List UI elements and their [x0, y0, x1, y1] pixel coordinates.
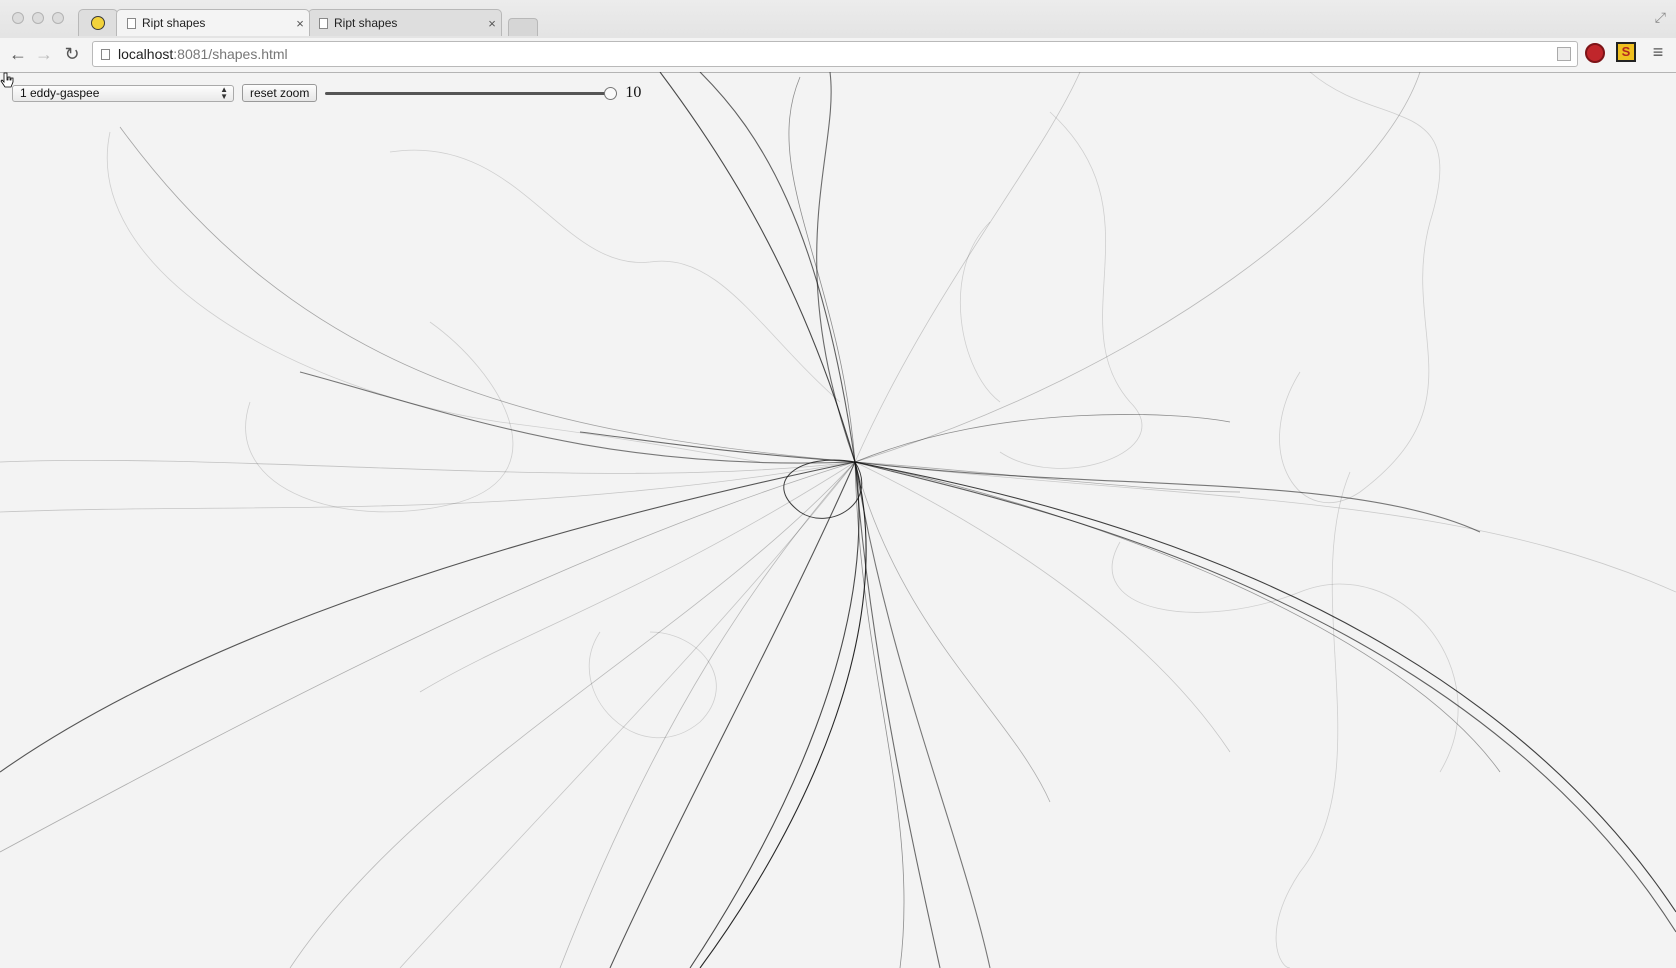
stroke-loop [245, 321, 514, 513]
zoom-slider-track [325, 92, 618, 95]
tab-pinned[interactable] [78, 9, 118, 36]
stroke-loop [1111, 541, 1459, 773]
close-window-button[interactable] [12, 12, 24, 24]
reload-button[interactable]: ↻ [60, 42, 84, 66]
stroke-path [0, 459, 856, 474]
stroke-path [609, 461, 856, 968]
minimize-window-button[interactable] [32, 12, 44, 24]
new-tab-button[interactable] [508, 18, 538, 36]
stroke-path [699, 72, 856, 463]
browser-chrome: Ript shapes × Ript shapes × ⤢ ← → ↻ loca… [0, 0, 1676, 73]
stop-extension-icon[interactable] [1585, 43, 1605, 63]
stroke-path [0, 461, 856, 853]
stroke-path [299, 371, 856, 464]
zoom-value: 10 [625, 84, 642, 101]
fullscreen-icon[interactable]: ⤢ [1655, 9, 1666, 26]
stroke-path [419, 461, 856, 693]
stroke-path [659, 72, 856, 463]
bookmark-icon[interactable] [1557, 47, 1571, 61]
tab-ript-shapes[interactable]: Ript shapes × [308, 9, 502, 36]
tab-title: Ript shapes [142, 16, 206, 30]
stroke-path [119, 126, 856, 463]
tab-title: Ript shapes [334, 16, 398, 30]
stroke-path [854, 461, 1501, 773]
browser-toolbar: ← → ↻ localhost:8081/shapes.html S ≡ [0, 38, 1676, 72]
stroke-path [854, 414, 1231, 463]
stroke-loop [960, 221, 1001, 403]
control-bar: 1 eddy-gaspee ▲ ▼ reset zoom 10 [12, 84, 641, 102]
stroke-path [699, 461, 867, 968]
stroke-path [854, 461, 1676, 593]
select-arrows-icon: ▲ ▼ [220, 84, 228, 101]
close-tab-icon[interactable]: × [483, 16, 501, 31]
reset-zoom-button[interactable]: reset zoom [242, 84, 318, 102]
tab-ript-shapes-active[interactable]: Ript shapes × [116, 9, 310, 36]
address-bar[interactable]: localhost:8081/shapes.html [92, 41, 1578, 67]
zoom-slider-thumb[interactable] [604, 87, 618, 100]
page-icon [127, 17, 136, 29]
stroke-loop [389, 149, 841, 403]
zoom-slider[interactable] [325, 84, 618, 102]
stroke-path [399, 461, 856, 968]
maximize-window-button[interactable] [52, 12, 64, 24]
stroke-path [289, 461, 856, 968]
stroke-loop [999, 111, 1143, 469]
address-host: localhost [118, 46, 174, 62]
s-extension-icon[interactable]: S [1616, 42, 1636, 62]
tab-strip: Ript shapes × Ript shapes × [78, 8, 538, 36]
stroke-path [854, 461, 1676, 913]
shape-select-value: 1 eddy-gaspee [20, 85, 100, 100]
page-icon [319, 17, 328, 29]
shape-drawing[interactable] [0, 72, 1676, 968]
stroke-path [854, 72, 1081, 463]
stroke-path [854, 461, 1481, 533]
menu-icon[interactable]: ≡ [1648, 42, 1668, 64]
page-icon [101, 48, 110, 60]
stroke-path [854, 461, 941, 968]
lightbulb-icon [91, 16, 105, 30]
window-controls [12, 12, 64, 24]
address-path: :8081/shapes.html [173, 46, 288, 62]
forward-button[interactable]: → [32, 42, 56, 66]
stroke-loop [588, 631, 717, 739]
stroke-path [854, 461, 1676, 933]
close-tab-icon[interactable]: × [291, 16, 309, 31]
shapes-canvas[interactable]: 1 eddy-gaspee ▲ ▼ reset zoom 10 [0, 72, 1676, 968]
stroke-loop [107, 131, 761, 463]
stroke-loop [1279, 72, 1441, 504]
stroke-loop [1275, 471, 1351, 968]
shape-select[interactable]: 1 eddy-gaspee ▲ ▼ [12, 84, 234, 102]
stroke-path [854, 461, 1051, 803]
back-button[interactable]: ← [6, 42, 30, 66]
stroke-path [689, 461, 860, 968]
stroke-path [816, 72, 856, 463]
hand-cursor-icon [0, 72, 14, 88]
stroke-path [559, 461, 856, 968]
stroke-path [854, 461, 991, 968]
stroke-path [854, 72, 1421, 463]
